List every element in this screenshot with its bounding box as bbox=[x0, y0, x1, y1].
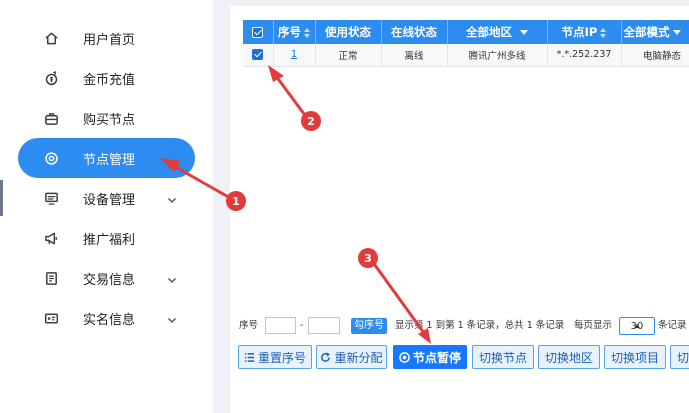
chevron-down-icon bbox=[166, 311, 178, 323]
table-row: 1 正常 离线 腾讯广州多线 *.*.252.237 电脑静态 bbox=[243, 44, 689, 67]
sidebar-item-transactions[interactable]: 交易信息 bbox=[18, 258, 195, 298]
table-header-row: 序号 使用状态 在线状态 全部地区 节点IP 全部模式 bbox=[243, 20, 689, 44]
cell-use-status: 正常 bbox=[315, 44, 382, 67]
record-range-text: 显示第 1 到第 1 条记录，总共 1 条记录 bbox=[395, 320, 565, 331]
sidebar-item-recharge[interactable]: 金币充值 bbox=[18, 58, 195, 98]
annotation-badge-2: 2 bbox=[301, 111, 321, 131]
sidebar-item-label: 购买节点 bbox=[83, 113, 136, 128]
column-header-index[interactable]: 序号 bbox=[273, 20, 316, 44]
sidebar-item-node-management[interactable]: 节点管理 bbox=[18, 138, 195, 178]
list-icon bbox=[244, 352, 255, 362]
switch-region-button[interactable]: 切换地区 bbox=[538, 345, 600, 369]
megaphone-icon bbox=[43, 230, 59, 246]
sidebar-item-label: 金币充值 bbox=[83, 73, 136, 88]
select-all-header[interactable] bbox=[243, 20, 274, 44]
region-filter-dropdown[interactable]: 全部地区 bbox=[447, 20, 548, 44]
document-icon bbox=[43, 270, 59, 286]
row-checkbox[interactable] bbox=[252, 49, 264, 61]
sidebar-item-label: 交易信息 bbox=[83, 273, 136, 288]
per-page-label: 每页显示 bbox=[574, 320, 613, 331]
column-header-use-status: 使用状态 bbox=[315, 20, 382, 44]
per-page-suffix: 条记录 bbox=[658, 320, 687, 331]
sidebar-item-label: 用户首页 bbox=[83, 33, 136, 48]
id-card-icon bbox=[43, 310, 59, 326]
sidebar-item-promotion[interactable]: 推广福利 bbox=[18, 218, 195, 258]
select-all-checkbox[interactable] bbox=[252, 27, 264, 38]
main-content: 序号 使用状态 在线状态 全部地区 节点IP 全部模式 1 正常 离线 腾讯广州… bbox=[230, 6, 689, 413]
seq-from-input[interactable] bbox=[265, 317, 296, 334]
page: 用户首页 金币充值 购买节点 节点管理 设备管理 推广福利 交易信息 实名信息 … bbox=[0, 0, 689, 413]
monitor-icon bbox=[43, 190, 59, 206]
chevron-down-icon bbox=[166, 191, 178, 203]
switch-node-button[interactable]: 切换节点 bbox=[472, 345, 534, 369]
sidebar: 用户首页 金币充值 购买节点 节点管理 设备管理 推广福利 交易信息 实名信息 bbox=[0, 0, 213, 413]
action-toolbar: 重置序号 重新分配 节点暂停 切换节点 切换地区 切换项目 切换 bbox=[238, 345, 689, 369]
annotation-badge-1: 1 bbox=[226, 191, 246, 211]
seq-to-input[interactable] bbox=[308, 317, 340, 334]
sidebar-item-device-management[interactable]: 设备管理 bbox=[18, 178, 195, 218]
cell-mode: 电脑静态 bbox=[621, 44, 689, 67]
reset-index-button[interactable]: 重置序号 bbox=[238, 345, 312, 369]
coin-icon bbox=[43, 70, 59, 86]
index-link[interactable]: 1 bbox=[291, 49, 297, 60]
check-index-button[interactable]: 勾序号 bbox=[351, 318, 387, 334]
pager-bar: 序号 - 勾序号 显示第 1 到第 1 条记录，总共 1 条记录 每页显示 30… bbox=[239, 317, 689, 335]
pause-node-button[interactable]: 节点暂停 bbox=[393, 345, 467, 369]
column-header-online-status: 在线状态 bbox=[381, 20, 448, 44]
home-icon bbox=[43, 30, 59, 46]
switch-more-button[interactable]: 切换 bbox=[670, 345, 689, 369]
sidebar-edge-marker bbox=[0, 180, 3, 216]
sidebar-item-buy-node[interactable]: 购买节点 bbox=[18, 98, 195, 138]
cell-ip: *.*.252.237 bbox=[547, 44, 622, 67]
annotation-badge-3: 3 bbox=[358, 248, 378, 268]
sidebar-item-label: 设备管理 bbox=[83, 193, 136, 208]
sidebar-item-home[interactable]: 用户首页 bbox=[18, 18, 195, 58]
cell-region: 腾讯广州多线 bbox=[447, 44, 548, 67]
cell-online-status: 离线 bbox=[381, 44, 448, 67]
column-header-node-ip[interactable]: 节点IP bbox=[547, 20, 622, 44]
mode-filter-dropdown[interactable]: 全部模式 bbox=[621, 20, 689, 44]
sidebar-item-label: 实名信息 bbox=[83, 313, 136, 328]
sort-icon bbox=[600, 27, 607, 38]
node-table: 序号 使用状态 在线状态 全部地区 节点IP 全部模式 1 正常 离线 腾讯广州… bbox=[243, 20, 689, 67]
sidebar-item-label: 推广福利 bbox=[83, 233, 136, 248]
pause-circle-icon bbox=[399, 351, 410, 363]
sidebar-item-real-name[interactable]: 实名信息 bbox=[18, 298, 195, 338]
cell-index[interactable]: 1 bbox=[273, 44, 316, 67]
row-select-cell[interactable] bbox=[243, 44, 274, 67]
chevron-down-icon bbox=[166, 271, 178, 283]
per-page-select[interactable]: 30 bbox=[619, 317, 655, 335]
sidebar-item-label: 节点管理 bbox=[83, 153, 136, 168]
briefcase-icon bbox=[43, 110, 59, 126]
redistribute-button[interactable]: 重新分配 bbox=[316, 345, 387, 369]
seq-label: 序号 bbox=[239, 320, 259, 331]
refresh-icon bbox=[321, 351, 331, 362]
node-icon bbox=[43, 150, 59, 166]
switch-project-button[interactable]: 切换项目 bbox=[604, 345, 666, 369]
sort-icon bbox=[304, 27, 310, 38]
seq-range-separator: - bbox=[300, 320, 304, 331]
caret-down-icon bbox=[672, 30, 681, 35]
caret-down-icon bbox=[520, 30, 528, 35]
